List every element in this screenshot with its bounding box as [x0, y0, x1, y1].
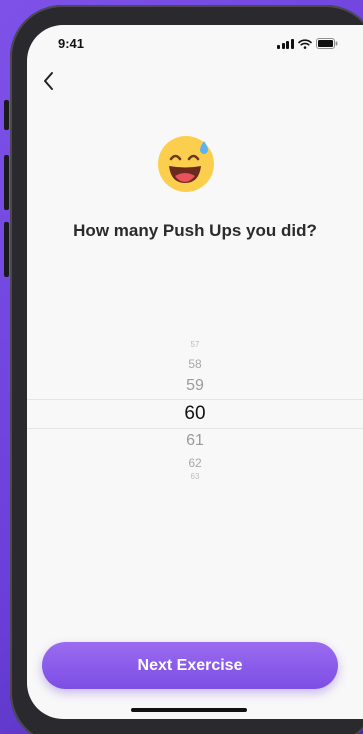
picker-item[interactable]: 62: [27, 456, 363, 470]
picker-item-selected[interactable]: 60: [27, 403, 363, 425]
phone-screen: 9:41 How many Push Ups you did? 57 58 59…: [27, 25, 363, 719]
picker-selection-line-bottom: [27, 428, 363, 429]
question-title: How many Push Ups you did?: [73, 221, 317, 240]
phone-mute-switch: [4, 100, 9, 130]
picker-selection-line-top: [27, 399, 363, 400]
status-bar: 9:41: [27, 25, 363, 65]
picker-item[interactable]: 58: [27, 357, 363, 371]
home-indicator: [131, 708, 247, 712]
picker-item[interactable]: 57: [27, 340, 363, 349]
grinning-sweat-emoji-icon: [158, 136, 214, 192]
status-time: 9:41: [58, 36, 85, 51]
picker-item[interactable]: 59: [27, 377, 363, 395]
phone-volume-up-button: [4, 155, 9, 210]
phone-volume-down-button: [4, 222, 9, 277]
battery-icon: [315, 38, 338, 49]
picker-item[interactable]: 63: [27, 472, 363, 481]
status-icons: [277, 38, 338, 49]
cellular-signal-icon: [277, 38, 294, 49]
back-button[interactable]: [37, 69, 61, 93]
next-exercise-button[interactable]: Next Exercise: [42, 642, 338, 689]
wifi-icon: [297, 38, 312, 49]
number-picker[interactable]: 57 58 59 60 61 62 63: [27, 335, 363, 525]
picker-item[interactable]: 61: [27, 432, 363, 450]
chevron-left-icon: [44, 72, 53, 90]
